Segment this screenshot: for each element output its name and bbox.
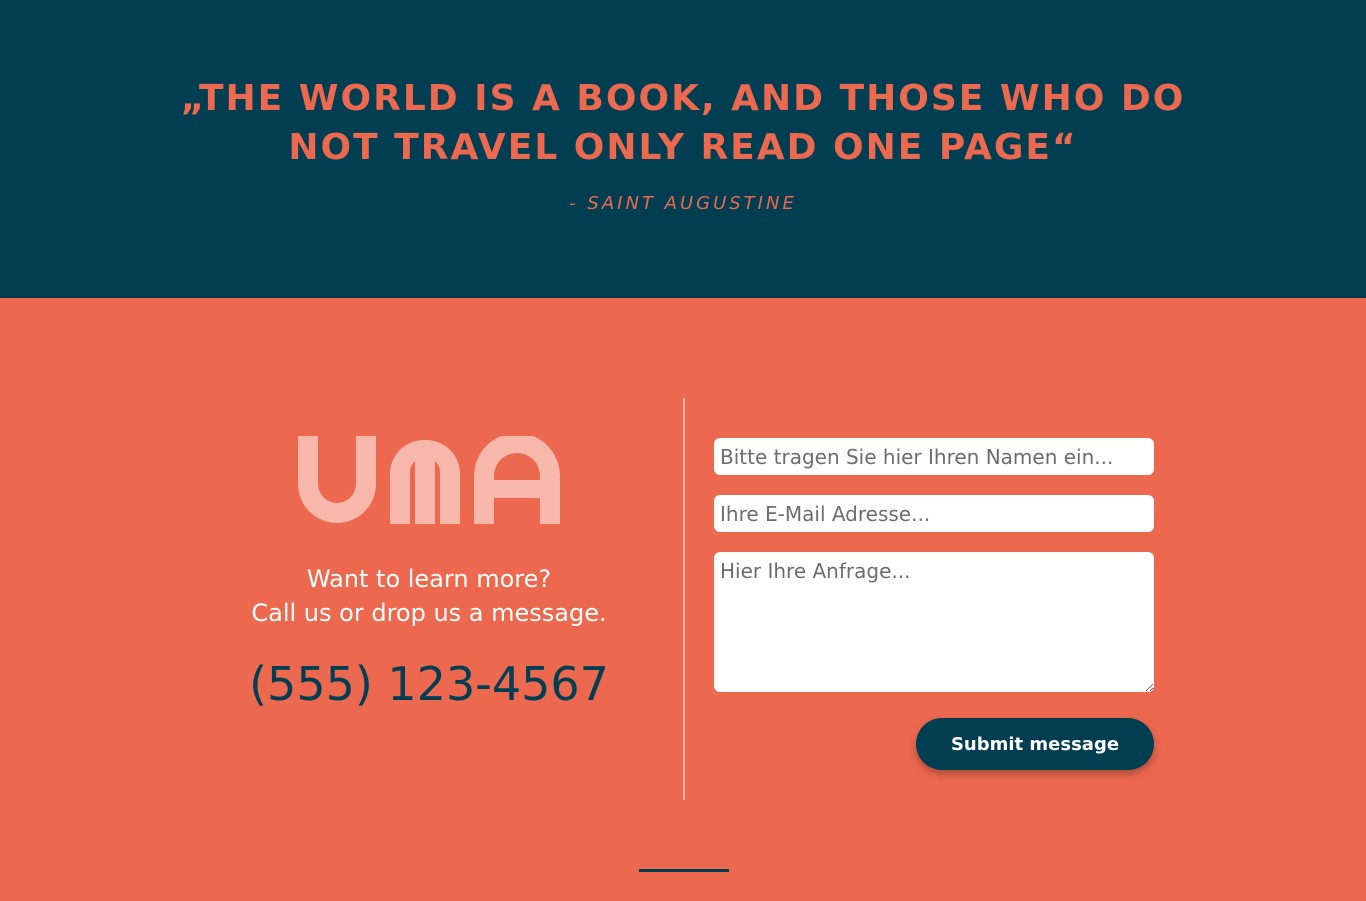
quote-line-2: not travel only read one page“ xyxy=(288,127,1078,168)
email-input[interactable] xyxy=(714,495,1154,532)
tagline-line-2: Call us or drop us a message. xyxy=(251,599,607,627)
name-input[interactable] xyxy=(714,438,1154,475)
uma-logo xyxy=(298,436,560,524)
section-divider-line xyxy=(639,869,729,872)
contact-tagline: Want to learn more? Call us or drop us a… xyxy=(174,562,684,630)
vertical-divider xyxy=(683,398,685,800)
quote-text: „The world is a book, and those who do n… xyxy=(0,74,1366,172)
tagline-line-1: Want to learn more? xyxy=(306,565,552,593)
phone-number: (555) 123-4567 xyxy=(249,657,609,711)
submit-message-button[interactable]: Submit message xyxy=(916,718,1154,770)
message-textarea[interactable] xyxy=(714,552,1154,692)
quote-author: - Saint Augustine xyxy=(569,193,797,214)
quote-line-1: „The world is a book, and those who do xyxy=(180,78,1186,119)
